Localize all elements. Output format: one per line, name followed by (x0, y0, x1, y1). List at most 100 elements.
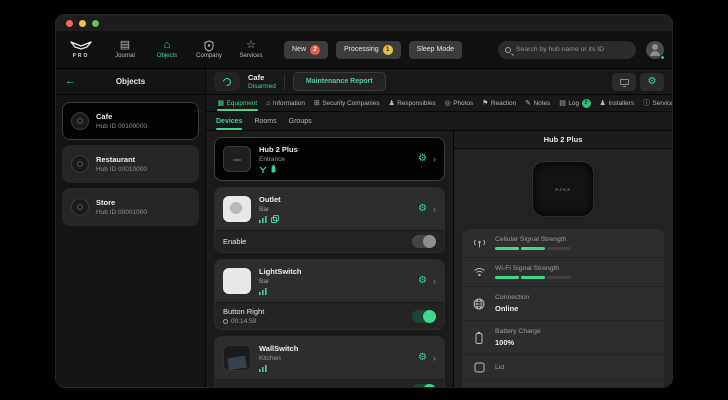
equipment-icon: ▦ (218, 99, 225, 107)
flag-icon: ⚑ (482, 99, 488, 107)
tab-equipment[interactable]: ▦Equipment (214, 95, 261, 111)
equipment-subtabs: Devices Rooms Groups (206, 112, 672, 131)
star-icon: ☆ (246, 40, 256, 52)
tab-installers[interactable]: ♟Installers (596, 95, 637, 111)
tab-reaction[interactable]: ⚑Reaction (479, 95, 520, 111)
battery-icon (472, 331, 486, 344)
desktop-connect-button[interactable] (612, 73, 636, 91)
battery-value: 100% (495, 338, 541, 347)
tab-photos[interactable]: ◎Photos (441, 95, 477, 111)
processing-count-badge: 1 (383, 45, 393, 55)
gear-icon[interactable]: ⚙ (418, 154, 427, 164)
hub-settings-button[interactable]: ⚙ (640, 73, 664, 91)
search-input[interactable] (516, 46, 629, 53)
minimize-window-button[interactable] (79, 20, 86, 27)
gear-icon[interactable]: ⚙ (418, 353, 427, 363)
hub-tabs: ▦Equipment ⌂Information ⊞Security Compan… (206, 95, 672, 112)
hub-object-icon (71, 198, 89, 216)
tab-log[interactable]: ▤Log2 (556, 95, 594, 111)
home-icon: ⌂ (266, 100, 270, 107)
tab-information[interactable]: ⌂Information (263, 95, 309, 111)
signal-bars-icon (259, 216, 267, 223)
hub-object-icon (71, 112, 89, 130)
detail-device-image: AJAX (454, 149, 672, 229)
tab-security-companies[interactable]: ⊞Security Companies (310, 95, 383, 111)
gear-icon[interactable]: ⚙ (418, 276, 427, 286)
groups-icon (271, 215, 279, 223)
nav-services[interactable]: ☆ Services (232, 40, 270, 59)
connection-value: Online (495, 304, 529, 313)
enable-toggle[interactable] (412, 235, 436, 248)
device-list: Hub 2 Plus Entrance ⚙ › (206, 131, 453, 387)
device-row[interactable]: Outlet Bar ⚙ › (215, 188, 444, 230)
outlet-device-image (223, 196, 251, 222)
close-window-button[interactable] (66, 20, 73, 27)
device-control-row: Disable (215, 379, 444, 387)
device-row[interactable]: WallSwitch Kitchen ⚙ › (215, 337, 444, 379)
subtab-devices[interactable]: Devices (216, 112, 242, 130)
wallswitch-device-image (223, 345, 251, 371)
zoom-window-button[interactable] (92, 20, 99, 27)
jamming-icon (259, 166, 267, 173)
button-right-toggle[interactable] (412, 310, 436, 323)
clock-icon (223, 319, 228, 324)
device-row[interactable]: LightSwitch Bar ⚙ › (215, 260, 444, 302)
camera-icon: ◎ (445, 99, 451, 107)
globe-icon (472, 298, 486, 310)
tab-responsibles[interactable]: ♟Responsibles (385, 95, 439, 111)
object-item-cafe[interactable]: Cafe Hub ID 00100000 (62, 102, 199, 140)
back-arrow-icon[interactable]: ← (65, 76, 76, 87)
processing-button[interactable]: Processing 1 (336, 41, 401, 59)
sleep-mode-button[interactable]: Sleep Mode (409, 41, 462, 59)
ajax-bird-icon (70, 41, 92, 52)
chevron-right-icon[interactable]: › (433, 277, 436, 286)
tab-services[interactable]: ⓘServices (639, 95, 672, 111)
top-app-bar: PRO ▤ Journal ⌂ Objects Company ☆ Servic… (56, 31, 672, 69)
device-control-row: Button Right 00:14:59 (215, 302, 444, 329)
nav-objects[interactable]: ⌂ Objects (148, 40, 186, 59)
pencil-icon: ✎ (525, 99, 531, 107)
nav-company[interactable]: Company (190, 40, 228, 59)
battery-icon (271, 165, 276, 173)
nav-journal[interactable]: ▤ Journal (106, 40, 144, 59)
gear-icon[interactable]: ⚙ (418, 204, 427, 214)
info-circle-icon: ⓘ (643, 98, 650, 108)
sidebar-title: Objects (116, 77, 145, 86)
chevron-right-icon[interactable]: › (433, 205, 436, 214)
disable-toggle[interactable] (412, 384, 436, 387)
sync-button[interactable] (214, 72, 240, 91)
main-content: Cafe Disarmed Maintenance Report ⚙ ▦Equi… (206, 69, 672, 387)
gear-icon: ⚙ (648, 77, 657, 87)
lid-icon (472, 362, 486, 373)
object-item-restaurant[interactable]: Restaurant Hub ID 00010000 (62, 145, 199, 183)
hub-header: Cafe Disarmed Maintenance Report ⚙ (206, 69, 672, 95)
subtab-groups[interactable]: Groups (289, 112, 312, 130)
signal-bars-icon (259, 288, 267, 295)
hub-object-icon (71, 155, 89, 173)
monitor-icon (620, 79, 629, 85)
chevron-right-icon[interactable]: › (433, 354, 436, 363)
object-item-store[interactable]: Store Hub ID 00001000 (62, 188, 199, 226)
main-nav: ▤ Journal ⌂ Objects Company ☆ Services (106, 40, 270, 59)
subtab-rooms[interactable]: Rooms (254, 112, 276, 130)
user-avatar[interactable] (646, 41, 664, 59)
grid-icon: ⊞ (314, 99, 320, 107)
cellular-antenna-icon (472, 238, 486, 248)
lightswitch-device-image (223, 268, 251, 294)
maintenance-report-button[interactable]: Maintenance Report (293, 72, 386, 91)
chevron-right-icon[interactable]: › (433, 155, 436, 164)
logo-brand-label: PRO (73, 53, 90, 59)
person-icon: ♟ (600, 99, 606, 107)
log-count-badge: 2 (582, 99, 591, 108)
search-icon (505, 47, 511, 53)
device-card-lightswitch: LightSwitch Bar ⚙ › (214, 259, 445, 330)
person-icon: ♟ (388, 99, 394, 107)
sync-icon (221, 76, 232, 87)
tab-notes[interactable]: ✎Notes (522, 95, 554, 111)
log-icon: ▤ (559, 99, 566, 107)
device-row[interactable]: Hub 2 Plus Entrance ⚙ › (215, 138, 444, 180)
device-detail-panel: Hub 2 Plus AJAX Cellular Signal Strength (453, 131, 672, 387)
shield-icon (204, 40, 214, 52)
new-requests-button[interactable]: New 2 (284, 41, 328, 59)
new-count-badge: 2 (310, 45, 320, 55)
